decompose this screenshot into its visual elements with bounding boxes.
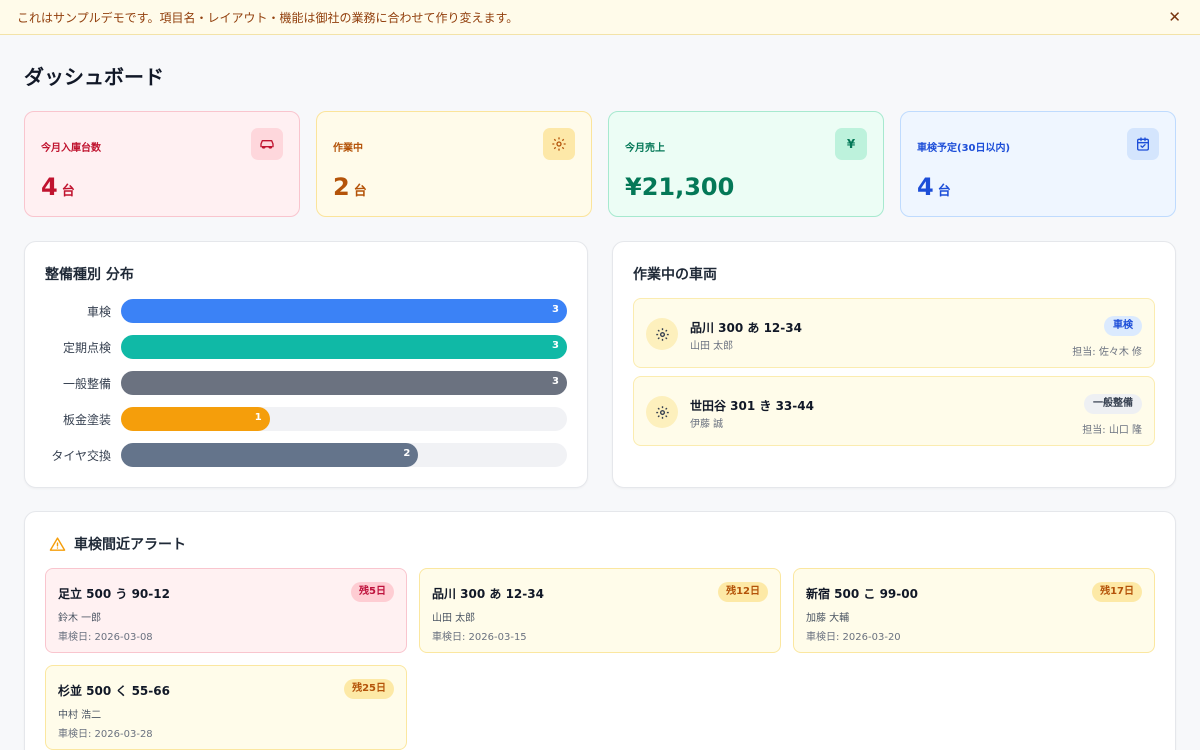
kpi-value: 4台 (917, 173, 951, 201)
in-progress-card: 作業中の車両 品川 300 あ 12-34 山田 太郎 車検 担当: 佐々木 修… (612, 241, 1176, 488)
alert-title: 車検間近アラート (74, 537, 186, 553)
days-left-badge: 残17日 (1092, 582, 1142, 602)
alert-plate: 足立 500 う 90-12 (58, 587, 170, 601)
bar: 3 (121, 335, 567, 359)
bar-row: 定期点検 3 (25, 335, 587, 359)
bar-value-label: 3 (552, 340, 559, 351)
kpi-value: 4台 (41, 173, 75, 201)
bar-label: 定期点検 (62, 341, 111, 355)
distribution-card: 整備種別 分布 車検 3 定期点検 3 一般整備 3 板金塗装 1 タイヤ交換 2 (24, 241, 588, 488)
kpi-label: 車検予定(30日以内) (917, 143, 1011, 154)
in-progress-title: 作業中の車両 (633, 267, 717, 283)
alert-date: 車検日: 2026-03-08 (58, 632, 153, 643)
days-left-badge: 残25日 (344, 679, 394, 699)
vehicle-owner: 山田 太郎 (690, 341, 734, 352)
vehicle-card[interactable]: 世田谷 301 き 33-44 伊藤 誠 一般整備 担当: 山口 隆 (633, 376, 1155, 446)
bar-row: 板金塗装 1 (25, 407, 587, 431)
calendar-check-icon (1127, 128, 1159, 160)
gear-icon (646, 318, 678, 350)
bar-value-label: 3 (552, 304, 559, 315)
alert-card[interactable]: 足立 500 う 90-12 鈴木 一郎 車検日: 2026-03-08 残5日 (45, 568, 407, 653)
demo-banner-text: これはサンプルデモです。項目名・レイアウト・機能は御社の業務に合わせて作り変えま… (17, 10, 519, 25)
bar-value-label: 1 (254, 412, 262, 423)
bar: 1 (121, 407, 270, 431)
gear-icon (646, 396, 678, 428)
demo-banner: これはサンプルデモです。項目名・レイアウト・機能は御社の業務に合わせて作り変えま… (0, 0, 1200, 35)
days-left-badge: 残5日 (351, 582, 394, 602)
page-title: ダッシュボード (24, 65, 164, 89)
alert-date: 車検日: 2026-03-28 (58, 729, 153, 740)
distribution-title: 整備種別 分布 (45, 267, 134, 283)
vehicle-card[interactable]: 品川 300 あ 12-34 山田 太郎 車検 担当: 佐々木 修 (633, 298, 1155, 368)
alert-card[interactable]: 品川 300 あ 12-34 山田 太郎 車検日: 2026-03-15 残12… (419, 568, 781, 653)
kpi-card-monthly-sales: 今月売上 ¥21,300 ¥ (608, 111, 884, 217)
alert-owner: 中村 浩二 (58, 710, 102, 721)
alert-owner: 鈴木 一郎 (58, 613, 102, 624)
kpi-card-in-progress: 作業中 2台 (316, 111, 592, 217)
bar: 3 (121, 299, 567, 323)
bar-value-label: 3 (552, 376, 559, 387)
vehicle-plate: 世田谷 301 き 33-44 (690, 399, 814, 413)
kpi-label: 作業中 (333, 143, 363, 154)
alert-owner: 山田 太郎 (432, 613, 476, 624)
vehicle-staff: 担当: 山口 隆 (1082, 425, 1142, 436)
alert-plate: 品川 300 あ 12-34 (432, 587, 544, 601)
bar-row: 一般整備 3 (25, 371, 587, 395)
alert-date: 車検日: 2026-03-15 (432, 632, 527, 643)
bar-track: 2 (121, 443, 567, 467)
bar-value-label: 2 (403, 448, 411, 459)
bar-label: タイヤ交換 (51, 449, 111, 463)
kpi-value: ¥21,300 (625, 173, 735, 201)
alert-plate: 杉並 500 く 55-66 (58, 684, 170, 698)
bar-track: 1 (121, 407, 567, 431)
kpi-label: 今月入庫台数 (41, 143, 101, 154)
service-type-badge: 車検 (1104, 316, 1142, 336)
kpi-value: 2台 (333, 173, 367, 201)
vehicle-owner: 伊藤 誠 (690, 419, 724, 430)
vehicle-plate: 品川 300 あ 12-34 (690, 321, 802, 335)
alert-owner: 加藤 大輔 (806, 613, 850, 624)
bar-row: 車検 3 (25, 299, 587, 323)
vehicle-staff: 担当: 佐々木 修 (1072, 347, 1142, 358)
bar-label: 一般整備 (62, 377, 111, 391)
alert-plate: 新宿 500 こ 99-00 (806, 587, 918, 601)
alert-card[interactable]: 新宿 500 こ 99-00 加藤 大輔 車検日: 2026-03-20 残17… (793, 568, 1155, 653)
car-icon (251, 128, 283, 160)
inspection-alert-card: 車検間近アラート 足立 500 う 90-12 鈴木 一郎 車検日: 2026-… (24, 511, 1176, 750)
bar-track: 3 (121, 371, 567, 395)
close-icon[interactable]: ✕ (1168, 7, 1181, 27)
alert-date: 車検日: 2026-03-20 (806, 632, 901, 643)
bar-track: 3 (121, 299, 567, 323)
service-type-badge: 一般整備 (1084, 394, 1142, 414)
bar-label: 車検 (86, 305, 111, 319)
gear-icon (543, 128, 575, 160)
bar: 2 (121, 443, 419, 467)
kpi-card-inspection-scheduled: 車検予定(30日以内) 4台 (900, 111, 1176, 217)
yen-icon: ¥ (835, 128, 867, 160)
alert-card[interactable]: 杉並 500 く 55-66 中村 浩二 車検日: 2026-03-28 残25… (45, 665, 407, 750)
kpi-card-monthly-intake: 今月入庫台数 4台 (24, 111, 300, 217)
bar-track: 3 (121, 335, 567, 359)
kpi-label: 今月売上 (625, 143, 665, 154)
bar-row: タイヤ交換 2 (25, 443, 587, 467)
days-left-badge: 残12日 (718, 582, 768, 602)
bar: 3 (121, 371, 567, 395)
bar-label: 板金塗装 (62, 413, 111, 427)
alert-heading: 車検間近アラート (49, 534, 186, 554)
warning-icon (49, 536, 66, 551)
